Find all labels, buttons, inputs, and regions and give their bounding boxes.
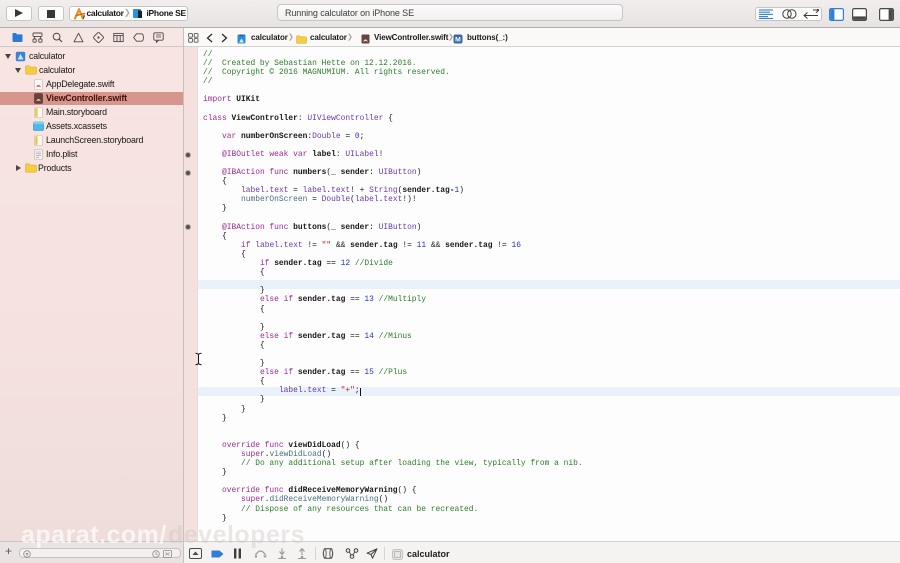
svg-text:M: M bbox=[455, 36, 461, 43]
